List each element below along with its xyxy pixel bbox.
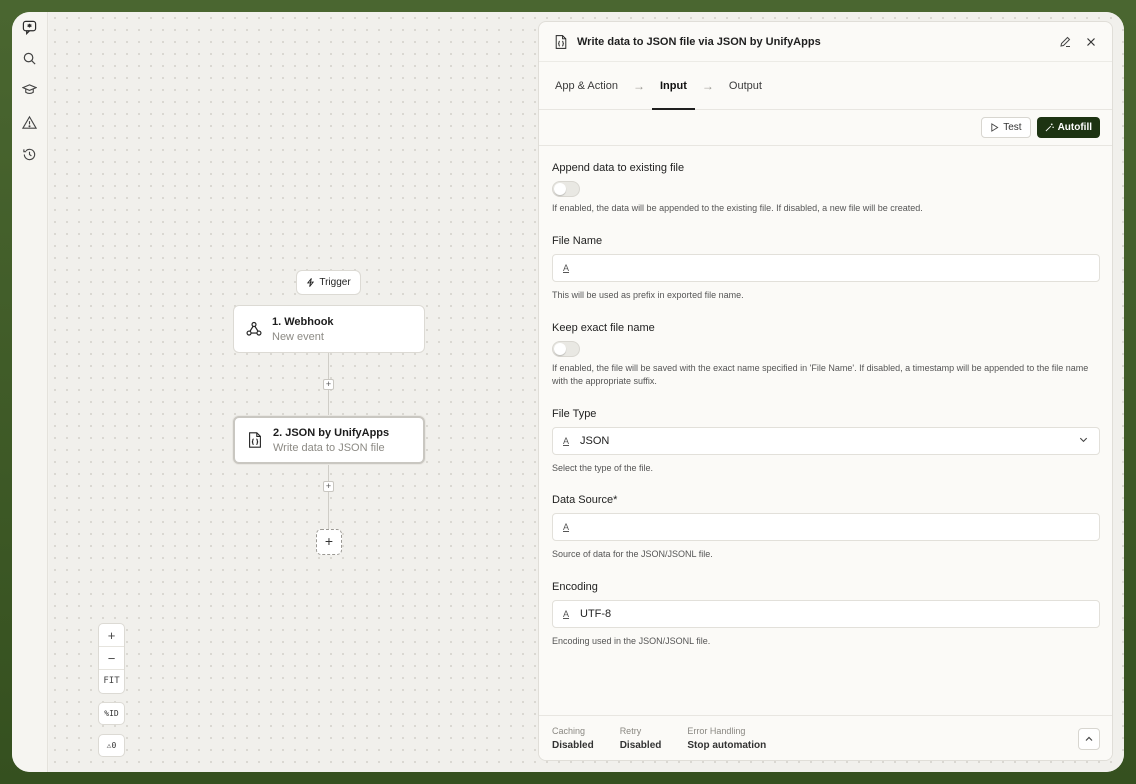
- text-type-icon: A: [563, 609, 570, 619]
- test-button[interactable]: Test: [981, 117, 1031, 138]
- step-config-panel: Write data to JSON file via JSON by Unif…: [538, 21, 1113, 761]
- node-title: 2. JSON by UnifyApps: [273, 426, 390, 439]
- magic-wand-icon: [1045, 123, 1054, 132]
- retry-setting[interactable]: Retry Disabled: [620, 726, 662, 760]
- workflow-node-json[interactable]: 2. JSON by UnifyApps Write data to JSON …: [233, 416, 425, 464]
- field-help: This will be used as prefix in exported …: [552, 290, 744, 300]
- arrow-right-icon: →: [633, 78, 645, 93]
- node-title: 1. Webhook: [272, 315, 334, 328]
- file-name-input[interactable]: A: [552, 254, 1100, 282]
- webhook-icon: [244, 319, 264, 339]
- input-value: UTF-8: [580, 608, 612, 620]
- arrow-right-icon: →: [701, 78, 714, 93]
- field-label: Append data to existing file: [552, 162, 685, 174]
- trigger-label: Trigger: [319, 277, 351, 288]
- trigger-chip[interactable]: Trigger: [296, 270, 361, 295]
- setting-value: Disabled: [619, 740, 662, 751]
- field-help: Encoding used in the JSON/JSONL file.: [552, 636, 711, 646]
- panel-title: Write data to JSON file via JSON by Unif…: [577, 35, 821, 48]
- tab-app-action[interactable]: App & Action: [554, 62, 619, 110]
- panel-header: Write data to JSON file via JSON by Unif…: [539, 22, 1112, 62]
- graduation-cap-icon[interactable]: [20, 80, 38, 98]
- edit-icon[interactable]: [1058, 35, 1072, 49]
- error-handling-setting[interactable]: Error Handling Stop automation: [687, 726, 766, 760]
- search-icon[interactable]: [20, 49, 38, 67]
- caching-setting[interactable]: Caching Disabled: [552, 726, 594, 760]
- encoding-input[interactable]: A UTF-8: [552, 600, 1100, 628]
- encoding-field: Encoding A UTF-8 Encoding used in the JS…: [552, 581, 1100, 648]
- select-value: JSON: [580, 435, 610, 447]
- node-subtitle: Write data to JSON file: [273, 441, 385, 454]
- append-data-field: Append data to existing file If enabled,…: [552, 162, 1100, 215]
- play-icon: [991, 123, 999, 132]
- tab-output[interactable]: Output: [728, 62, 763, 110]
- add-node-button[interactable]: +: [316, 529, 342, 555]
- workflow-node-webhook[interactable]: 1. Webhook New event: [233, 305, 425, 353]
- expand-footer-button[interactable]: [1078, 728, 1100, 750]
- json-file-icon: [245, 430, 265, 450]
- tab-bar: App & Action → Input → Output: [539, 62, 1112, 110]
- keep-exact-file-name-field: Keep exact file name If enabled, the fil…: [552, 322, 1100, 388]
- data-source-input[interactable]: A: [552, 513, 1100, 541]
- chevron-down-icon: [1078, 434, 1089, 448]
- close-icon[interactable]: [1084, 35, 1098, 49]
- autofill-button[interactable]: Autofill: [1036, 117, 1100, 138]
- field-label: Data Source*: [552, 494, 618, 506]
- autofill-label: Autofill: [1057, 122, 1092, 133]
- add-step-button[interactable]: +: [323, 481, 334, 492]
- lightning-icon: [307, 278, 315, 287]
- warning-icon[interactable]: [20, 113, 38, 131]
- json-file-icon: [555, 34, 567, 49]
- setting-key: Retry: [619, 726, 642, 736]
- tab-input[interactable]: Input: [652, 62, 695, 110]
- field-label: Encoding: [552, 581, 598, 593]
- zoom-in-button[interactable]: +: [99, 624, 124, 647]
- fit-view-button[interactable]: FIT: [99, 670, 124, 693]
- test-label: Test: [1003, 122, 1022, 133]
- connector-line: [328, 465, 329, 529]
- chevron-up-icon: [1085, 736, 1093, 741]
- text-type-icon: A: [563, 522, 570, 532]
- setting-key: Error Handling: [687, 726, 746, 736]
- left-rail: [12, 12, 48, 772]
- setting-key: Caching: [552, 726, 586, 736]
- text-type-icon: A: [563, 263, 570, 273]
- field-help: If enabled, the data will be appended to…: [552, 203, 923, 213]
- panel-toolbar: Test Autofill: [539, 110, 1112, 146]
- warnings-button[interactable]: ⚠0: [98, 734, 125, 757]
- add-step-button[interactable]: +: [323, 379, 334, 390]
- keep-exact-file-name-toggle[interactable]: [552, 341, 580, 357]
- field-label: File Name: [552, 235, 603, 247]
- app-frame: Trigger 1. Webhook New event + 2. JSON b…: [12, 12, 1124, 772]
- setting-value: Disabled: [552, 740, 594, 751]
- field-label: File Type: [552, 408, 597, 420]
- setting-value: Stop automation: [687, 740, 767, 751]
- zoom-out-button[interactable]: −: [99, 647, 124, 670]
- file-type-select[interactable]: A JSON: [552, 427, 1100, 455]
- text-type-icon: A: [563, 436, 570, 446]
- field-help: Source of data for the JSON/JSONL file.: [552, 549, 713, 559]
- data-source-field: Data Source* A Source of data for the JS…: [552, 494, 1100, 561]
- toggle-ids-button[interactable]: %ID: [98, 702, 125, 725]
- chat-icon[interactable]: [20, 18, 38, 36]
- zoom-controls: + − FIT: [98, 623, 125, 694]
- field-label: Keep exact file name: [552, 322, 655, 334]
- field-help: Select the type of the file.: [552, 463, 654, 473]
- field-help: If enabled, the file will be saved with …: [552, 363, 1089, 386]
- node-subtitle: New event: [272, 330, 324, 343]
- file-type-field: File Type A JSON Select the type of the …: [552, 408, 1100, 475]
- file-name-field: File Name A This will be used as prefix …: [552, 235, 1100, 302]
- append-data-toggle[interactable]: [552, 181, 580, 197]
- panel-footer: Caching Disabled Retry Disabled Error Ha…: [539, 715, 1112, 760]
- history-icon[interactable]: [20, 145, 38, 163]
